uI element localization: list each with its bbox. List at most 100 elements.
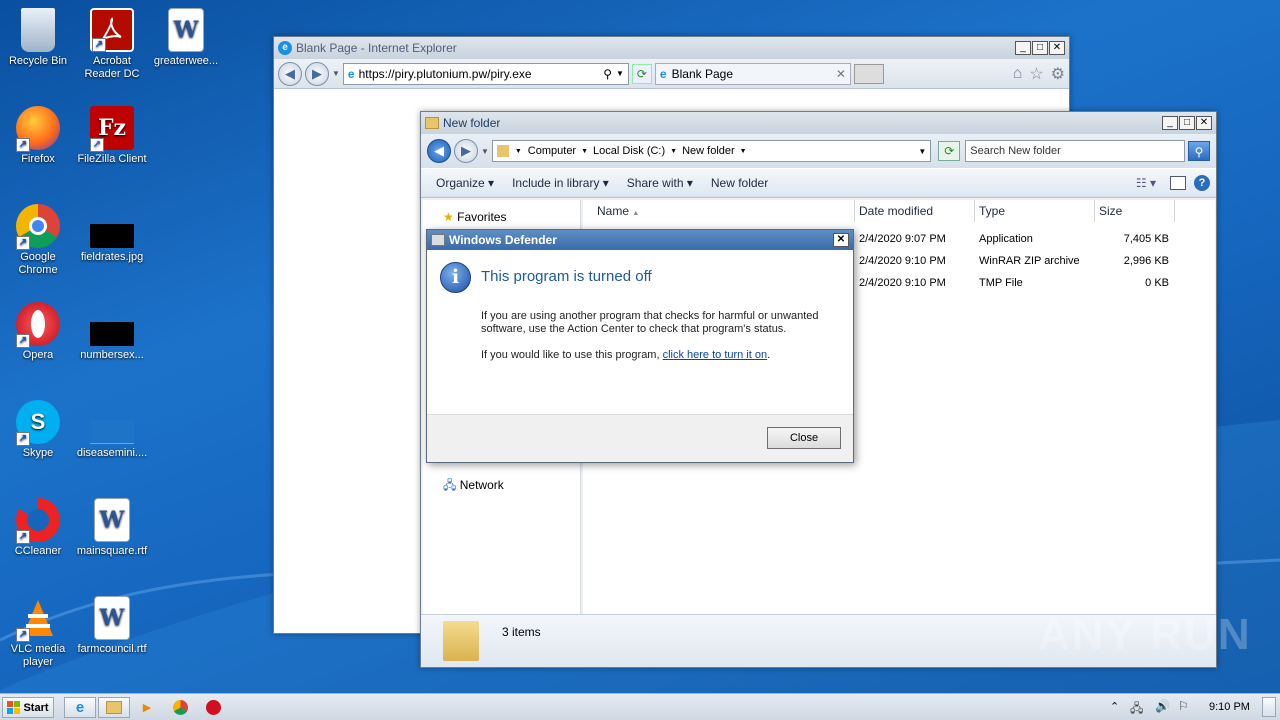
image-file-icon (90, 224, 134, 248)
search-icon[interactable]: ⚲ (603, 67, 612, 81)
recent-dropdown-icon[interactable]: ▼ (481, 147, 489, 156)
back-button[interactable]: ◀ (278, 61, 302, 86)
turn-on-link[interactable]: click here to turn it on (663, 349, 768, 361)
desktop-icon-recycle-bin[interactable]: Recycle Bin (0, 8, 76, 68)
breadcrumb-sep-icon[interactable]: ▼ (515, 148, 522, 155)
search-icon[interactable]: ⚲ (1188, 141, 1210, 161)
chrome-icon: ↗ (16, 204, 60, 250)
desktop-icon-diseasemini[interactable]: diseasemini.... (74, 400, 150, 460)
nav-favorites[interactable]: ★ Favorites (443, 210, 506, 224)
tab-close-icon[interactable]: ✕ (836, 67, 846, 81)
organize-button[interactable]: Organize ▾ (427, 176, 503, 190)
view-options-icon[interactable]: ☷ ▾ (1136, 176, 1156, 190)
breadcrumb-sep-icon[interactable]: ▼ (581, 148, 588, 155)
favorites-star-icon[interactable]: ☆ (1029, 64, 1043, 84)
desktop-icon-ccleaner[interactable]: ↗ CCleaner (0, 498, 76, 558)
close-button[interactable]: Close (767, 427, 841, 449)
breadcrumb-computer[interactable]: Computer (528, 145, 576, 157)
back-button[interactable]: ◀ (427, 139, 451, 163)
maximize-button[interactable]: □ (1032, 41, 1048, 55)
search-placeholder: Search New folder (970, 145, 1061, 157)
ie-url: https://piry.plutonium.pw/piry.exe (358, 66, 532, 81)
taskbar-ie[interactable]: e (64, 697, 96, 718)
ccleaner-icon: ↗ (16, 498, 60, 544)
dialog-titlebar[interactable]: Windows Defender ✕ (427, 230, 853, 250)
nav-dropdown-icon[interactable]: ▼ (332, 69, 340, 78)
column-type[interactable]: Type (975, 200, 1095, 222)
desktop-icon-acrobat[interactable]: ↗ Acrobat Reader DC (74, 8, 150, 81)
address-dropdown-icon[interactable]: ▼ (616, 69, 624, 78)
desktop-icon-filezilla[interactable]: Fz ↗ FileZilla Client (74, 106, 150, 166)
show-hidden-icons[interactable]: ⌃ (1110, 700, 1119, 713)
opera-icon: ↗ (16, 302, 60, 348)
minimize-button[interactable]: _ (1015, 41, 1031, 55)
word-doc-icon: W (94, 596, 130, 640)
ie-page-icon: e (347, 66, 355, 81)
desktop-icon-farmcouncil[interactable]: W farmcouncil.rtf (74, 596, 150, 656)
desktop-icon-skype[interactable]: S ↗ Skype (0, 400, 76, 460)
forward-button[interactable]: ▶ (453, 139, 478, 163)
tab-ie-icon: e (659, 66, 667, 81)
ie-titlebar[interactable]: e Blank Page - Internet Explorer _ □ ✕ (274, 37, 1069, 59)
column-name[interactable]: Name ▲ (583, 200, 855, 222)
ie-icon: e (75, 699, 85, 716)
desktop-icon-opera[interactable]: ↗ Opera (0, 302, 76, 362)
folder-large-icon (443, 621, 479, 661)
taskbar-opera[interactable] (198, 697, 228, 718)
desktop-icon-firefox[interactable]: ↗ Firefox (0, 106, 76, 166)
word-doc-icon: W (94, 498, 130, 542)
home-icon[interactable]: ⌂ (1013, 65, 1023, 83)
breadcrumb-sep-icon[interactable]: ▼ (740, 148, 747, 155)
media-player-icon: ▶ (142, 702, 152, 714)
network-tray-icon[interactable]: 🖧 (1130, 699, 1143, 720)
forward-button[interactable]: ▶ (305, 61, 329, 86)
desktop-icon-mainsquare[interactable]: W mainsquare.rtf (74, 498, 150, 558)
minimize-button[interactable]: _ (1162, 116, 1178, 130)
address-dropdown-icon[interactable]: ▼ (918, 147, 926, 156)
desktop-icon-numbersex[interactable]: numbersex... (74, 302, 150, 362)
refresh-icon[interactable]: ⟳ (938, 141, 961, 161)
breadcrumb-local-disk[interactable]: Local Disk (C:) (593, 145, 665, 157)
desktop-icon-fieldrates[interactable]: fieldrates.jpg (74, 204, 150, 264)
refresh-icon[interactable]: ⟳ (631, 63, 652, 84)
desktop-icon-greaterwee[interactable]: W greaterwee... (148, 8, 224, 68)
preview-pane-icon[interactable] (1170, 176, 1186, 190)
acrobat-icon: ↗ (90, 8, 134, 52)
ie-navbar: ◀ ▶ ▼ e https://piry.plutonium.pw/piry.e… (274, 59, 1069, 89)
clock[interactable]: 9:10 PM (1209, 701, 1250, 713)
volume-icon[interactable]: 🔊 (1155, 699, 1170, 713)
explorer-titlebar[interactable]: New folder _ □ ✕ (421, 112, 1216, 134)
desktop-icon-chrome[interactable]: ↗ Google Chrome (0, 204, 76, 277)
folder-icon (106, 701, 122, 714)
show-desktop-button[interactable] (1262, 697, 1276, 717)
windows-defender-dialog[interactable]: Windows Defender ✕ i This program is tur… (426, 229, 854, 463)
dialog-close-icon[interactable]: ✕ (833, 233, 849, 247)
desktop-icon-vlc[interactable]: ↗ VLC media player (0, 596, 76, 669)
taskbar-explorer[interactable] (98, 697, 130, 718)
breadcrumb-new-folder[interactable]: New folder (682, 145, 735, 157)
start-button[interactable]: Start (2, 697, 54, 718)
close-button[interactable]: ✕ (1196, 116, 1212, 130)
share-with-button[interactable]: Share with ▾ (618, 176, 702, 190)
firefox-icon: ↗ (16, 106, 60, 152)
breadcrumb-sep-icon[interactable]: ▼ (670, 148, 677, 155)
help-icon[interactable]: ? (1194, 175, 1210, 191)
maximize-button[interactable]: □ (1179, 116, 1195, 130)
close-button[interactable]: ✕ (1049, 41, 1065, 55)
action-center-flag-icon[interactable]: ⚐ (1178, 699, 1189, 713)
word-doc-icon: W (168, 8, 204, 52)
include-library-button[interactable]: Include in library ▾ (503, 176, 618, 190)
taskbar-media-player[interactable]: ▶ (132, 697, 162, 718)
ie-address-bar[interactable]: e https://piry.plutonium.pw/piry.exe ⚲ ▼ (342, 62, 629, 85)
nav-network[interactable]: 🖧 Network (443, 476, 504, 497)
recycle-bin-icon (21, 8, 55, 52)
new-folder-button[interactable]: New folder (702, 176, 777, 190)
ie-tab[interactable]: e Blank Page ✕ (654, 62, 851, 85)
explorer-address-bar[interactable]: ▼ Computer ▼ Local Disk (C:) ▼ New folde… (491, 140, 932, 162)
settings-gear-icon[interactable]: ⚙ (1051, 64, 1065, 84)
taskbar-chrome[interactable] (165, 697, 195, 718)
column-date[interactable]: Date modified (855, 200, 975, 222)
new-tab-button[interactable] (853, 63, 884, 84)
search-input[interactable]: Search New folder (965, 140, 1186, 162)
column-size[interactable]: Size (1095, 200, 1175, 222)
